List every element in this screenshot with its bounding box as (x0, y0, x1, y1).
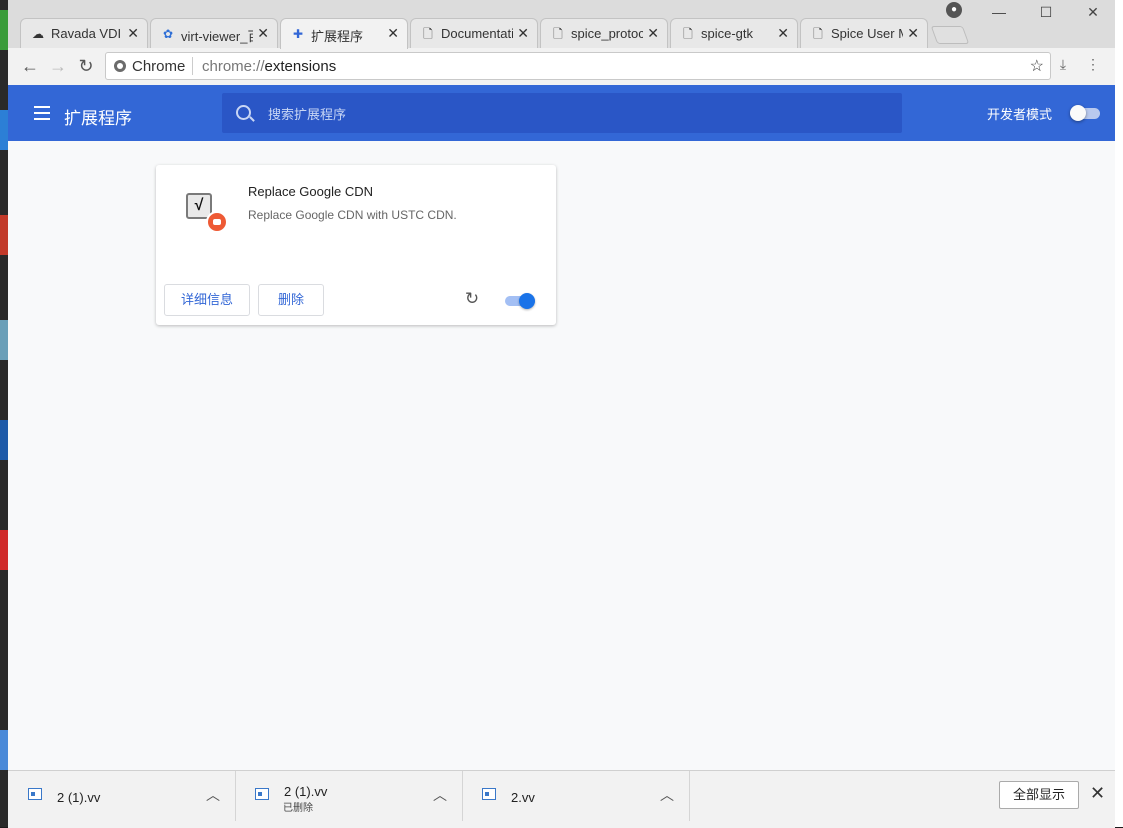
close-icon[interactable]: ✕ (777, 25, 789, 42)
tab-spice-protocol[interactable]: 🗋 spice_protocol ✕ (540, 18, 668, 48)
profile-icon[interactable]: ● (946, 2, 962, 18)
close-icon[interactable]: ✕ (1090, 783, 1105, 804)
developer-mode-label: 开发者模式 (987, 107, 1053, 122)
tab-documentation[interactable]: 🗋 Documentation ✕ (410, 18, 538, 48)
reload-icon[interactable]: ↻ (75, 55, 97, 77)
download-item[interactable]: 2.vv ︿ (462, 771, 690, 821)
page-icon: 🗋 (683, 27, 693, 41)
download-item[interactable]: 2 (1).vv ︿ (8, 771, 236, 821)
download-status: 已删除 (283, 803, 313, 814)
window-close-icon[interactable]: ✕ (1078, 4, 1108, 21)
download-filename: 2.vv (511, 790, 535, 805)
address-scheme-label: Chrome (132, 58, 186, 75)
desktop-icon-fragment (0, 320, 8, 360)
reload-icon[interactable]: ↻ (462, 289, 482, 309)
tab-ravada[interactable]: ☁ Ravada VDI ✕ (20, 18, 148, 48)
back-arrow-icon[interactable]: ← (19, 55, 41, 77)
extension-card: √ Replace Google CDN Replace Google CDN … (156, 165, 556, 325)
address-bar[interactable]: Chrome chrome://extensions ☆ (105, 52, 1051, 80)
url-prefix: chrome:// (202, 58, 265, 75)
tab-label: Spice User Manual (831, 26, 903, 41)
search-icon (236, 105, 251, 120)
remove-button[interactable]: 删除 (258, 284, 324, 316)
tab-label: spice_protocol (571, 26, 643, 41)
extension-icon: √ (186, 193, 230, 233)
url-host: extensions (264, 58, 337, 75)
search-box[interactable] (222, 93, 902, 133)
close-icon[interactable]: ✕ (517, 25, 529, 42)
chevron-up-icon[interactable]: ︿ (660, 785, 674, 805)
extension-enable-toggle[interactable] (505, 293, 537, 309)
download-filename: 2 (1).vv (284, 784, 328, 799)
chevron-up-icon[interactable]: ︿ (433, 785, 447, 805)
maximize-icon[interactable]: ☐ (1031, 4, 1061, 21)
developer-mode-toggle[interactable] (1070, 105, 1100, 121)
toggle-knob (519, 293, 535, 309)
page-icon: 🗋 (423, 27, 433, 41)
chrome-icon (114, 60, 126, 72)
extensions-header: 扩展程序 开发者模式 (8, 85, 1115, 141)
puzzle-icon: ✚ (292, 27, 304, 41)
address-separator (192, 57, 193, 75)
download-extension-icon[interactable]: ⤓ (1053, 56, 1073, 73)
tab-label: 扩展程序 (311, 29, 364, 44)
desktop-icon-fragment (0, 420, 8, 460)
hamburger-menu-icon[interactable] (34, 106, 50, 120)
extension-name: Replace Google CDN (248, 184, 374, 199)
desktop-strip (0, 0, 8, 827)
desktop-icon-fragment (0, 530, 8, 570)
chevron-up-icon[interactable]: ︿ (206, 785, 220, 805)
browser-window: ☁ Ravada VDI ✕ ✿ virt-viewer_百度 ✕ ✚ 扩展程序… (8, 0, 1115, 828)
new-tab-button[interactable] (930, 26, 970, 44)
star-icon[interactable]: ☆ (1030, 56, 1044, 76)
close-icon[interactable]: ✕ (127, 25, 139, 42)
tab-virt-viewer[interactable]: ✿ virt-viewer_百度 ✕ (150, 18, 278, 48)
close-icon[interactable]: ✕ (647, 25, 659, 42)
menu-dots-icon[interactable]: ⋮ (1083, 56, 1103, 73)
forward-arrow-icon[interactable]: → (47, 55, 69, 77)
desktop-icon-fragment (0, 110, 8, 150)
tab-extensions[interactable]: ✚ 扩展程序 ✕ (280, 18, 408, 49)
search-input[interactable] (266, 103, 870, 125)
file-icon (255, 788, 269, 800)
page-title: 扩展程序 (64, 109, 132, 128)
address-url[interactable]: chrome://extensions (202, 58, 336, 75)
details-button[interactable]: 详细信息 (164, 284, 250, 316)
tab-label: Ravada VDI (51, 26, 122, 41)
browser-toolbar: ← → ↻ Chrome chrome://extensions ☆ ⤓ ⋮ (8, 48, 1115, 86)
desktop-icon-fragment (0, 10, 8, 50)
tab-label: virt-viewer_百度 (181, 29, 253, 44)
background-window-edge (1115, 0, 1123, 827)
cloud-icon: ☁ (32, 27, 44, 41)
desktop-icon-fragment (0, 730, 8, 770)
extension-badge-icon (206, 211, 228, 233)
download-item[interactable]: 2 (1).vv 已删除 ︿ (235, 771, 463, 821)
close-icon[interactable]: ✕ (907, 25, 919, 42)
download-filename: 2 (1).vv (57, 790, 101, 805)
desktop-icon-fragment (0, 215, 8, 255)
file-icon (482, 788, 496, 800)
close-icon[interactable]: ✕ (387, 25, 399, 42)
minimize-icon[interactable]: — (984, 4, 1014, 20)
tab-spice-gtk[interactable]: 🗋 spice-gtk ✕ (670, 18, 798, 48)
toggle-knob (1070, 105, 1086, 121)
tab-strip: ☁ Ravada VDI ✕ ✿ virt-viewer_百度 ✕ ✚ 扩展程序… (8, 0, 1115, 49)
close-icon[interactable]: ✕ (257, 25, 269, 42)
extensions-page: 扩展程序 开发者模式 √ Replace Google CDN Replace … (8, 85, 1115, 770)
download-shelf: 2 (1).vv ︿ 2 (1).vv 已删除 ︿ 2.vv ︿ 全部显示 ✕ (8, 770, 1115, 828)
extension-description: Replace Google CDN with USTC CDN. (248, 208, 457, 222)
tab-label: Documentation (441, 26, 513, 41)
tab-label: spice-gtk (701, 26, 754, 41)
baidu-paw-icon: ✿ (162, 27, 174, 41)
file-icon (28, 788, 42, 800)
tab-spice-user-manual[interactable]: 🗋 Spice User Manual ✕ (800, 18, 928, 48)
page-icon: 🗋 (813, 27, 823, 41)
page-icon: 🗋 (553, 27, 563, 41)
show-all-button[interactable]: 全部显示 (999, 781, 1079, 809)
